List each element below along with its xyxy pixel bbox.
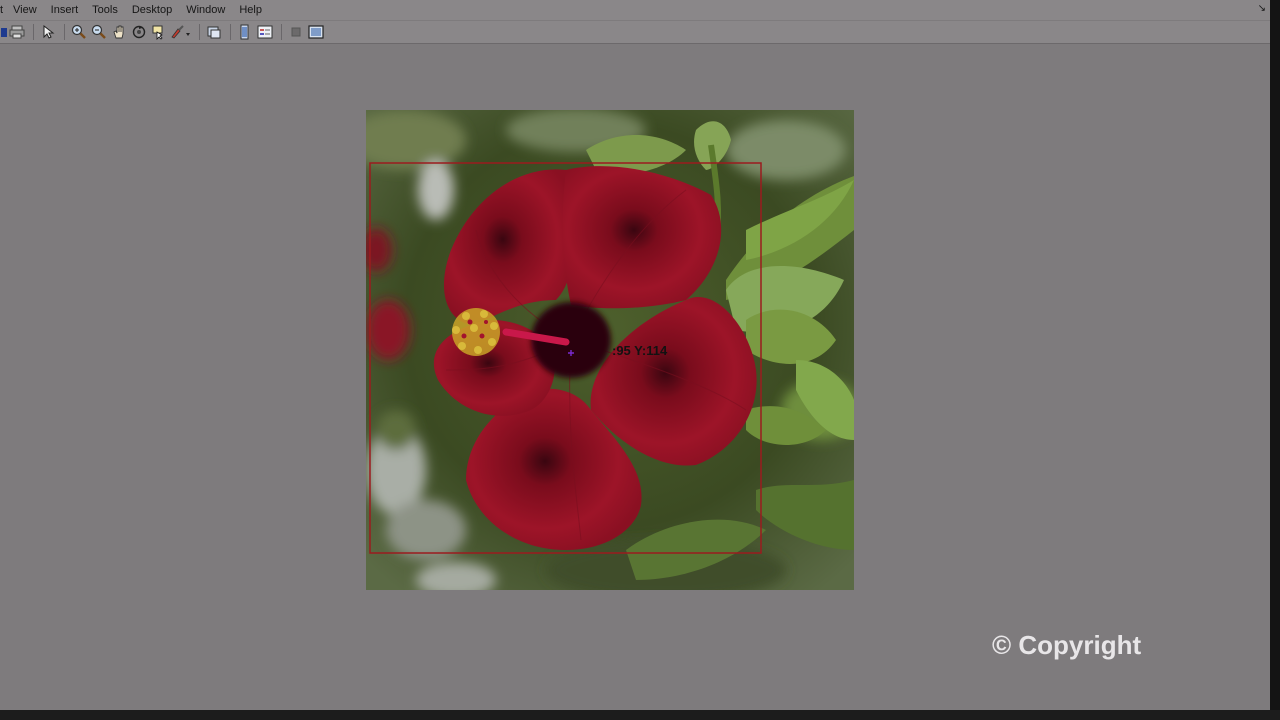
figure-toolbar — [0, 21, 1270, 44]
data-cursor-icon[interactable] — [150, 23, 168, 41]
pointer-icon[interactable] — [39, 23, 57, 41]
menu-help[interactable]: Help — [232, 0, 269, 20]
menu-desktop[interactable]: Desktop — [125, 0, 179, 20]
toolbar-separator — [64, 24, 65, 40]
brush-icon[interactable] — [170, 23, 192, 41]
figure-axes-image[interactable]: :95 Y:114 — [366, 110, 854, 590]
pan-icon[interactable] — [110, 23, 128, 41]
rotate-icon[interactable] — [130, 23, 148, 41]
link-icon[interactable] — [205, 23, 223, 41]
hibiscus-photo — [366, 110, 854, 590]
bottom-frame-strip — [0, 710, 1280, 720]
zoom-out-icon[interactable] — [90, 23, 108, 41]
menu-bar: t View Insert Tools Desktop Window Help … — [0, 0, 1270, 20]
vertical-scrollbar[interactable] — [1270, 0, 1280, 720]
print-icon[interactable] — [8, 23, 26, 41]
hide-tools-icon[interactable] — [287, 23, 305, 41]
colorbar-icon[interactable] — [236, 23, 254, 41]
matlab-figure-window: t View Insert Tools Desktop Window Help … — [0, 0, 1270, 710]
menu-view[interactable]: View — [6, 0, 44, 20]
toolbar-separator — [199, 24, 200, 40]
legend-icon[interactable] — [256, 23, 274, 41]
menu-insert[interactable]: Insert — [44, 0, 86, 20]
dock-icon[interactable] — [307, 23, 325, 41]
toolbar-separator — [33, 24, 34, 40]
save-icon[interactable] — [0, 23, 8, 41]
cursor-coordinate-readout: :95 Y:114 — [612, 343, 668, 358]
undock-arrow-icon[interactable]: ↘ — [1258, 3, 1266, 14]
copyright-watermark: © Copyright — [992, 630, 1142, 660]
menu-tools[interactable]: Tools — [85, 0, 125, 20]
zoom-in-icon[interactable] — [70, 23, 88, 41]
toolbar-separator — [230, 24, 231, 40]
toolbar-separator — [281, 24, 282, 40]
menu-window[interactable]: Window — [179, 0, 232, 20]
